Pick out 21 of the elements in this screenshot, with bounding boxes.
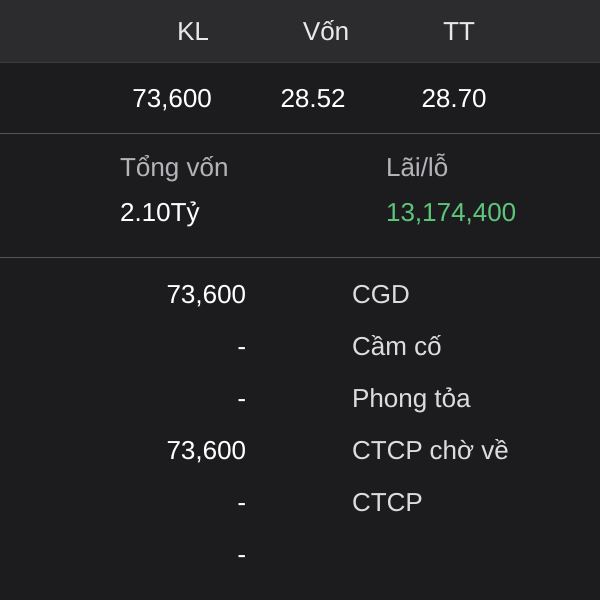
summary-value: 2.10Tỷ: [120, 197, 200, 228]
quantity-value: 73,600: [165, 278, 246, 310]
quantity-value: -: [236, 486, 246, 518]
position-value: 73,600: [131, 82, 213, 114]
position-value: 28.52: [279, 82, 347, 114]
quantity-value: -: [236, 330, 246, 362]
quantity-label: Cầm cố: [352, 330, 443, 362]
quantity-label: CTCP: [352, 486, 424, 518]
column-header: KL: [176, 16, 210, 46]
quantity-label: CGD: [352, 278, 411, 310]
column-header: TT: [442, 16, 476, 46]
quantity-value: 73,600: [165, 434, 246, 466]
column-header: Vốn: [302, 16, 350, 46]
quantity-label: CTCP chờ về: [352, 434, 510, 466]
summary-label: Lãi/lỗ: [386, 152, 450, 183]
summary-label: Tổng vốn: [120, 152, 230, 183]
quantity-value: -: [236, 382, 246, 414]
quantity-value: -: [236, 538, 246, 570]
quantity-label: Phong tỏa: [352, 382, 472, 414]
summary-value: 13,174,400: [386, 197, 518, 228]
position-value: 28.70: [420, 82, 488, 114]
